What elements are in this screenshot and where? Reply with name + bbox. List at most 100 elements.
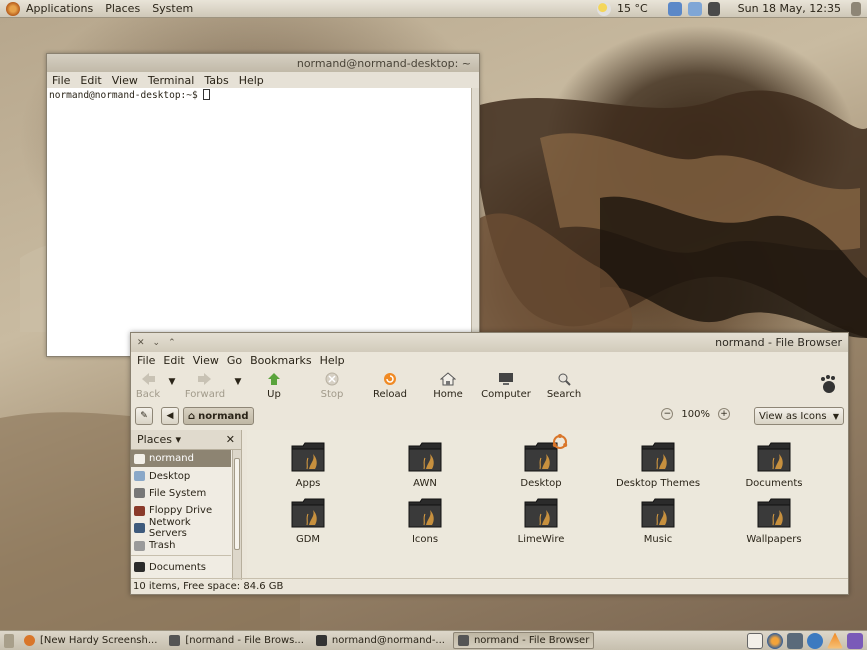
triangle-left-icon: ◀ [166, 411, 174, 421]
reload-button[interactable]: Reload [361, 371, 419, 400]
search-button[interactable]: Search [535, 371, 593, 400]
terminal-menu-edit[interactable]: Edit [75, 74, 106, 87]
home-button[interactable]: Home [419, 371, 477, 400]
computer-button[interactable]: Computer [477, 371, 535, 400]
home-icon [439, 371, 457, 387]
fb-menu-help[interactable]: Help [316, 354, 349, 367]
sidebar-close-icon[interactable]: ✕ [226, 433, 235, 446]
folder-item[interactable]: Documents [719, 442, 829, 489]
weather-temperature[interactable]: 15 °C [617, 2, 648, 15]
hard-drive-icon [134, 488, 145, 499]
maximize-window-icon[interactable]: ⌃ [168, 338, 176, 348]
file-browser-titlebar[interactable]: ✕ ⌄ ⌃ normand - File Browser [131, 333, 848, 352]
mail-launcher-icon[interactable] [787, 632, 803, 649]
forward-button[interactable]: Forward [179, 371, 231, 400]
sidebar-header: Places ▾ ✕ [131, 430, 241, 450]
task-item[interactable]: normand@normand-... [312, 632, 449, 649]
sidebar-item-file-system[interactable]: File System [131, 485, 231, 502]
file-browser-window: ✕ ⌄ ⌃ normand - File Browser File Edit V… [130, 332, 849, 595]
toggle-location-entry-button[interactable]: ✎ [135, 407, 153, 425]
reload-label: Reload [372, 389, 408, 400]
breadcrumb-label: normand [198, 410, 249, 422]
weather-icon[interactable] [596, 1, 611, 16]
view-mode-select[interactable]: View as Icons ▼ [754, 407, 844, 425]
sidebar-item-desktop[interactable]: Desktop [131, 467, 231, 484]
media-player-icon[interactable] [687, 1, 702, 16]
fb-menu-view[interactable]: View [189, 354, 223, 367]
terminal-menu-tabs[interactable]: Tabs [199, 74, 233, 87]
sidebar-item-trash[interactable]: Trash [131, 537, 231, 554]
forward-history-dropdown[interactable]: ▼ [231, 371, 245, 387]
terminal-menu-file[interactable]: File [47, 74, 75, 87]
status-text: 10 items, Free space: 84.6 GB [133, 581, 284, 592]
sidebar-item-documents[interactable]: Documents [131, 558, 231, 575]
floppy-icon [134, 505, 145, 516]
folder-item[interactable]: LimeWire [486, 498, 596, 545]
scrollbar-thumb[interactable] [234, 458, 240, 550]
zoom-level: 100% [681, 408, 710, 420]
fb-menu-bookmarks[interactable]: Bookmarks [246, 354, 315, 367]
terminal-menu-help[interactable]: Help [234, 74, 269, 87]
up-button[interactable]: Up [245, 371, 303, 400]
back-label: Back [135, 389, 161, 400]
volume-icon[interactable] [851, 1, 861, 16]
folder-item[interactable]: Desktop [486, 434, 596, 489]
vlc-launcher-icon[interactable] [827, 632, 843, 649]
show-desktop-icon[interactable] [4, 633, 14, 648]
terminal-output[interactable]: normand@normand-desktop:~$ [47, 88, 471, 356]
terminal-cursor [203, 89, 211, 100]
fb-menu-edit[interactable]: Edit [159, 354, 188, 367]
folder-item[interactable]: GDM [253, 498, 363, 545]
sidebar-scrollbar[interactable] [232, 450, 241, 580]
computer-label: Computer [481, 389, 531, 400]
file-browser-toolbar: Back ▼ Forward ▼ Up Stop Reload Home Com… [131, 368, 848, 404]
close-window-icon[interactable]: ✕ [137, 338, 145, 348]
main-menu: Applications Places System [0, 0, 199, 18]
fb-menu-file[interactable]: File [133, 354, 159, 367]
sidebar-item-label: normand [149, 453, 194, 465]
computer-icon[interactable] [707, 1, 720, 16]
task-item-active[interactable]: normand - File Browser [452, 632, 595, 649]
clock[interactable]: Sun 18 May, 12:35 [738, 2, 841, 15]
task-item[interactable]: [normand - File Brows... [165, 632, 308, 649]
folder-item[interactable]: Music [603, 498, 713, 545]
folder-label: Desktop [520, 478, 562, 489]
menu-applications[interactable]: Applications [20, 0, 99, 18]
terminal-menu-terminal[interactable]: Terminal [143, 74, 200, 87]
network-icon[interactable] [667, 1, 682, 16]
folder-item[interactable]: Icons [370, 498, 480, 545]
back-button[interactable]: Back [131, 371, 165, 400]
minimize-window-icon[interactable]: ⌄ [153, 338, 161, 348]
messenger-launcher-icon[interactable] [807, 632, 823, 649]
folder-label: GDM [295, 534, 321, 545]
file-icon-view[interactable]: Apps AWN Desktop Desktop Themes Document… [247, 430, 848, 580]
stop-label: Stop [320, 389, 344, 400]
firefox-launcher-icon[interactable] [767, 632, 783, 649]
sidebar-mode-select[interactable]: Places ▾ [137, 433, 181, 446]
breadcrumb-home[interactable]: ⌂ normand [183, 407, 254, 425]
menu-system[interactable]: System [146, 0, 199, 18]
terminal-titlebar[interactable]: normand@normand-desktop: ~ [47, 54, 479, 72]
folder-item[interactable]: AWN [370, 442, 480, 489]
sidebar-item-normand[interactable]: normand [131, 450, 231, 468]
fb-menu-go[interactable]: Go [223, 354, 246, 367]
zoom-out-button[interactable]: − [661, 408, 674, 420]
task-label: [normand - File Brows... [185, 635, 304, 646]
desktop-folder-icon [524, 434, 568, 472]
task-item[interactable]: [New Hardy Screensh... [20, 632, 161, 649]
stop-button[interactable]: Stop [303, 371, 361, 400]
pidgin-launcher-icon[interactable] [847, 632, 863, 649]
sidebar-item-label: Documents [149, 561, 207, 573]
folder-item[interactable]: Apps [253, 442, 363, 489]
folder-item[interactable]: Wallpapers [719, 498, 829, 545]
breadcrumb-left-button[interactable]: ◀ [161, 407, 179, 425]
terminal-menu-view[interactable]: View [107, 74, 143, 87]
terminal-title: normand@normand-desktop: ~ [296, 56, 471, 70]
menu-places[interactable]: Places [99, 0, 146, 18]
zoom-in-button[interactable]: + [718, 408, 730, 420]
sidebar-item-network-servers[interactable]: Network Servers [131, 517, 231, 539]
terminal-scrollbar[interactable] [471, 88, 479, 356]
back-history-dropdown[interactable]: ▼ [165, 371, 179, 387]
home-launcher-icon[interactable] [747, 632, 763, 649]
folder-item[interactable]: Desktop Themes [603, 442, 713, 489]
